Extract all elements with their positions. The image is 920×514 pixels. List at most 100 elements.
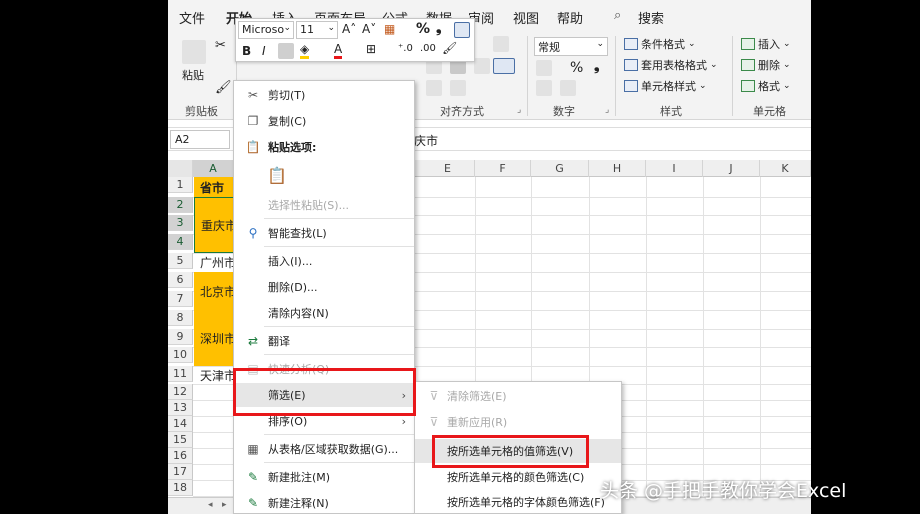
- row-header[interactable]: 12: [168, 384, 193, 400]
- increase-decimal-icon[interactable]: [536, 80, 552, 96]
- format-as-table-button[interactable]: 套用表格格式 ⌄: [624, 57, 718, 73]
- paste-icon[interactable]: [182, 40, 206, 64]
- cell-a1[interactable]: 省市: [194, 177, 234, 197]
- align-center-icon[interactable]: [278, 43, 294, 59]
- row-header[interactable]: 17: [168, 464, 193, 480]
- menu-item-clear-contents[interactable]: 清除内容(N): [234, 301, 414, 325]
- font-size-select[interactable]: 11 ⌄: [296, 21, 338, 39]
- row-header[interactable]: 7: [168, 291, 193, 307]
- format-painter-icon[interactable]: 🖌: [442, 41, 457, 55]
- name-box[interactable]: A2: [170, 130, 230, 149]
- align-right-icon[interactable]: [474, 58, 490, 74]
- submenu-item-filter-by-font-color[interactable]: 按所选单元格的字体颜色筛选(F): [415, 490, 621, 514]
- submenu-item-filter-by-color[interactable]: 按所选单元格的颜色筛选(C): [415, 465, 621, 489]
- merge-center-icon[interactable]: [493, 58, 515, 74]
- row-header[interactable]: 1: [168, 177, 193, 193]
- comma-style-icon[interactable]: ❟: [594, 58, 600, 74]
- column-header-k[interactable]: K: [760, 160, 811, 177]
- alignment-dialog-launcher-icon[interactable]: ⌟: [517, 105, 521, 115]
- grow-font-icon[interactable]: A˄: [342, 22, 356, 36]
- row-header[interactable]: 16: [168, 448, 193, 464]
- menu-item-filter[interactable]: 筛选(E) ›: [234, 383, 414, 407]
- font-color-icon[interactable]: A: [334, 42, 343, 59]
- row-header[interactable]: 10: [168, 347, 193, 363]
- row-header[interactable]: 9: [168, 329, 193, 345]
- menu-item-new-note[interactable]: ✎ 新建注释(N): [234, 491, 414, 514]
- tab-help[interactable]: 帮助: [557, 8, 583, 27]
- menu-item-insert[interactable]: 插入(I)...: [234, 249, 414, 273]
- number-dialog-launcher-icon[interactable]: ⌟: [605, 105, 609, 115]
- row-header[interactable]: 18: [168, 480, 193, 496]
- insert-cells-button[interactable]: 插入 ⌄: [741, 36, 791, 52]
- format-cells-button[interactable]: 格式 ⌄: [741, 78, 791, 94]
- cut-icon[interactable]: ✂: [215, 38, 226, 53]
- submenu-item-reapply[interactable]: ⊽ 重新应用(R): [415, 410, 621, 434]
- menu-item-copy[interactable]: ❐ 复制(C): [234, 109, 414, 133]
- column-header-h[interactable]: H: [589, 160, 646, 177]
- column-header-g[interactable]: G: [531, 160, 589, 177]
- tab-file[interactable]: 文件: [179, 8, 205, 27]
- number-format-select[interactable]: 常规 ⌄: [534, 37, 608, 56]
- menu-item-quick-analysis[interactable]: ▤ 快速分析(Q): [234, 357, 414, 381]
- borders-icon[interactable]: ⊞: [366, 42, 376, 56]
- decrease-decimal-icon[interactable]: [560, 80, 576, 96]
- row-header[interactable]: 2: [168, 197, 193, 213]
- accounting-format-icon[interactable]: [536, 60, 552, 76]
- column-header-a[interactable]: A: [193, 160, 234, 177]
- row-header[interactable]: 14: [168, 416, 193, 432]
- paste-option-button[interactable]: 📋: [234, 163, 414, 187]
- cell-tianjin[interactable]: 天津市: [194, 366, 234, 384]
- row-header[interactable]: 3: [168, 215, 193, 231]
- column-header-i[interactable]: I: [646, 160, 703, 177]
- merge-icon[interactable]: [454, 22, 470, 38]
- row-header[interactable]: 15: [168, 432, 193, 448]
- percent-style-icon[interactable]: %: [570, 60, 583, 76]
- menu-item-translate[interactable]: ⇄ 翻译: [234, 329, 414, 353]
- font-name-select[interactable]: Microso ⌄: [238, 21, 294, 39]
- row-header[interactable]: 4: [168, 234, 193, 250]
- menu-item-sort[interactable]: 排序(O) ›: [234, 409, 414, 433]
- formula-input[interactable]: 庆市: [414, 132, 438, 149]
- conditional-formatting-button[interactable]: 条件格式 ⌄: [624, 36, 696, 52]
- cell-beijing[interactable]: 北京市: [194, 272, 234, 310]
- cell-chongqing[interactable]: 重庆市: [194, 197, 234, 253]
- select-all-corner[interactable]: [168, 160, 193, 177]
- decrease-decimal-icon[interactable]: .00: [420, 43, 436, 54]
- menu-item-cut[interactable]: ✂ 剪切(T): [234, 83, 414, 107]
- column-header-f[interactable]: F: [475, 160, 531, 177]
- search-label[interactable]: 搜索: [638, 8, 664, 27]
- format-painter-icon[interactable]: 🖌: [215, 80, 232, 95]
- paste-button[interactable]: 粘贴: [182, 67, 204, 83]
- submenu-item-filter-by-value[interactable]: 按所选单元格的值筛选(V): [415, 439, 621, 463]
- column-header-e[interactable]: E: [421, 160, 475, 177]
- menu-item-new-comment[interactable]: ✎ 新建批注(M): [234, 465, 414, 489]
- delete-cells-button[interactable]: 删除 ⌄: [741, 57, 791, 73]
- menu-item-delete[interactable]: 删除(D)...: [234, 275, 414, 299]
- row-header[interactable]: 11: [168, 366, 193, 382]
- tab-view[interactable]: 视图: [513, 8, 539, 27]
- column-header-j[interactable]: J: [703, 160, 760, 177]
- search-icon[interactable]: ⌕: [614, 8, 621, 23]
- italic-button[interactable]: I: [262, 44, 266, 58]
- row-header[interactable]: 13: [168, 400, 193, 416]
- menu-item-paste-special[interactable]: 选择性粘贴(S)...: [234, 193, 414, 217]
- shrink-font-icon[interactable]: A˅: [362, 22, 376, 36]
- submenu-item-clear-filter[interactable]: ⊽ 清除筛选(E): [415, 384, 621, 408]
- fill-color-icon[interactable]: ◈: [300, 42, 310, 59]
- number-format-icon[interactable]: ▦: [384, 22, 395, 36]
- cell-styles-button[interactable]: 单元格样式 ⌄: [624, 78, 707, 94]
- menu-item-smart-lookup[interactable]: ⚲ 智能查找(L): [234, 221, 414, 245]
- increase-indent-icon[interactable]: [450, 80, 466, 96]
- menu-item-get-data[interactable]: ▦ 从表格/区域获取数据(G)...: [234, 437, 414, 461]
- cell-shenzhen[interactable]: 深圳市: [194, 310, 234, 366]
- cell-guangzhou[interactable]: 广州市: [194, 253, 234, 272]
- row-header[interactable]: 6: [168, 272, 193, 288]
- wrap-text-icon[interactable]: [493, 36, 509, 52]
- scroll-left-icon[interactable]: ◂: [208, 500, 213, 510]
- row-header[interactable]: 8: [168, 310, 193, 326]
- percent-icon[interactable]: %: [416, 21, 430, 37]
- row-header[interactable]: 5: [168, 253, 193, 269]
- comma-icon[interactable]: ❟: [436, 20, 442, 36]
- scroll-right-icon[interactable]: ▸: [222, 500, 227, 510]
- bold-button[interactable]: B: [242, 44, 251, 58]
